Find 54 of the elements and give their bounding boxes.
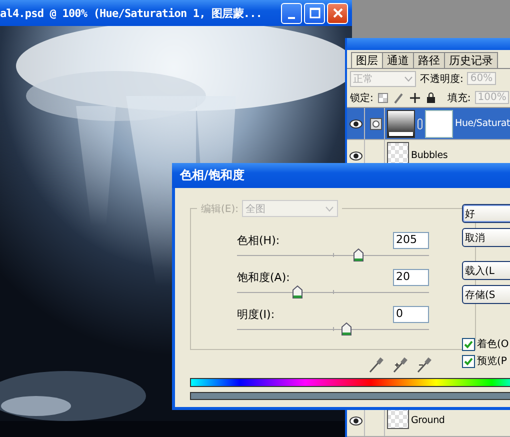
- eye-icon[interactable]: [348, 118, 362, 128]
- value-field[interactable]: 20: [393, 269, 429, 286]
- value-field[interactable]: 0: [393, 306, 429, 323]
- dialog-title: 色相/饱和度: [180, 167, 244, 184]
- lock-icon[interactable]: [425, 92, 438, 104]
- layer-name: Bubbles: [411, 150, 448, 161]
- checkbox-label: 着色(O: [477, 338, 509, 351]
- lock-transparency-icon[interactable]: [377, 92, 390, 104]
- minimize-icon: [288, 16, 295, 18]
- opacity-label: 不透明度:: [420, 72, 464, 86]
- layer-mask-icon: [370, 118, 382, 130]
- slider-label: 饱和度(A):: [237, 270, 290, 285]
- caret-icon: [324, 206, 334, 212]
- eyedropper-icon[interactable]: [368, 356, 384, 374]
- panel-tab[interactable]: 图层: [351, 52, 383, 68]
- minimize-button[interactable]: [281, 2, 302, 24]
- slider-label: 色相(H):: [237, 233, 280, 248]
- dialog-button[interactable]: 载入(L: [462, 261, 510, 280]
- layer-name: Hue/Saturat: [455, 118, 510, 129]
- window-title: al4.psd @ 100% (Hue/Saturation 1, 图层蒙...: [0, 6, 262, 20]
- slider-thumb[interactable]: [292, 285, 303, 299]
- panel-tab[interactable]: 历史记录: [444, 52, 498, 68]
- edit-label: 编辑(E):: [201, 202, 238, 216]
- eyedropper-icon[interactable]: [416, 356, 432, 374]
- slider-label: 明度(I):: [237, 307, 275, 322]
- slider-thumb[interactable]: [352, 248, 364, 262]
- close-button[interactable]: [327, 2, 348, 24]
- maximize-icon: [308, 6, 322, 20]
- caret-icon: [404, 76, 413, 82]
- brush-icon[interactable]: [393, 92, 406, 104]
- layer-row[interactable]: Hue/Saturat: [347, 108, 510, 140]
- checkbox[interactable]: [462, 338, 475, 350]
- dialog-button[interactable]: 好: [462, 204, 510, 223]
- adjustment-thumbnail: [387, 110, 415, 138]
- layer-thumbnail: [387, 142, 409, 164]
- eyedropper-icon[interactable]: [392, 356, 408, 374]
- panel-tab[interactable]: 通道: [382, 52, 414, 68]
- panel-tab[interactable]: 路径: [413, 52, 445, 68]
- dialog-button[interactable]: 取消: [462, 228, 510, 247]
- chain-icon[interactable]: [417, 118, 423, 130]
- lock-label: 锁定:: [350, 92, 374, 104]
- eye-icon[interactable]: [348, 416, 362, 426]
- slider-thumb[interactable]: [341, 322, 352, 336]
- checkbox[interactable]: [462, 354, 475, 368]
- value-field[interactable]: 205: [393, 232, 429, 249]
- mask-thumbnail: [425, 110, 453, 138]
- fill-label: 填充:: [447, 92, 471, 104]
- maximize-button[interactable]: [304, 2, 325, 24]
- move-icon[interactable]: [409, 92, 422, 104]
- checkbox-label: 预览(P: [477, 355, 507, 368]
- dialog-button[interactable]: 存储(S: [462, 285, 510, 304]
- layer-name: Ground: [411, 415, 445, 426]
- close-icon: [330, 6, 344, 20]
- eye-icon[interactable]: [348, 150, 362, 160]
